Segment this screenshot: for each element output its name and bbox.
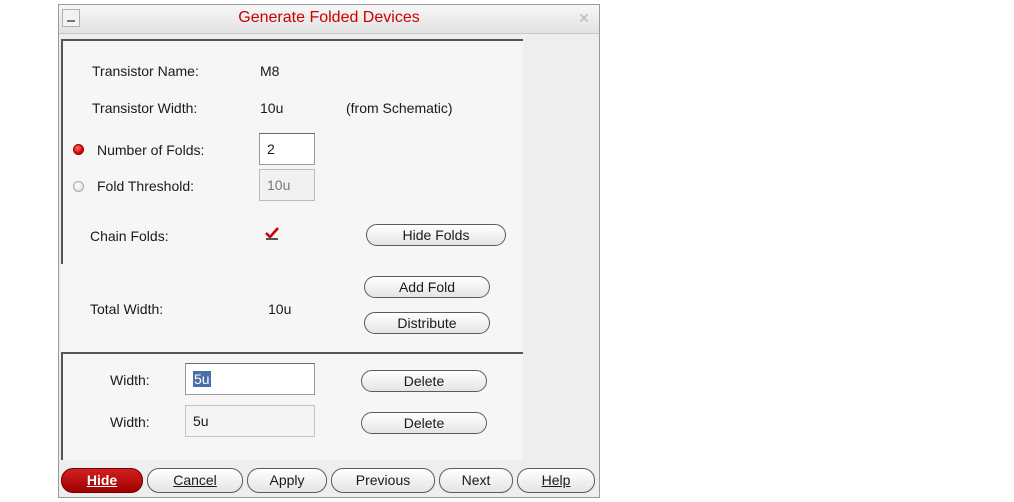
fold-2-width-input[interactable]: 5u	[185, 405, 315, 437]
fold-threshold-input[interactable]: 10u	[259, 169, 315, 201]
window-title: Generate Folded Devices	[238, 9, 420, 26]
total-width-value: 10u	[268, 301, 292, 317]
cancel-button-label: Cancel	[173, 472, 217, 488]
distribute-button[interactable]: Distribute	[364, 312, 490, 334]
checkbox-baseline	[266, 238, 278, 240]
fold-threshold-radio[interactable]	[73, 181, 84, 192]
title-bar[interactable]: Generate Folded Devices ✕	[59, 5, 599, 34]
next-button[interactable]: Next	[439, 468, 513, 493]
chain-folds-checkbox[interactable]	[265, 226, 279, 240]
total-width-panel: Add Fold Total Width: 10u Distribute	[61, 264, 523, 352]
total-width-label: Total Width:	[90, 301, 164, 317]
fold-2-delete-button[interactable]: Delete	[361, 412, 487, 434]
add-fold-button[interactable]: Add Fold	[364, 276, 490, 298]
fold-2-width-label: Width:	[110, 414, 150, 430]
transistor-name-label: Transistor Name:	[92, 63, 199, 79]
fold-list-panel: Width: 5u Delete Width: 5u Delete	[61, 352, 523, 460]
chain-folds-label: Chain Folds:	[90, 228, 169, 244]
transistor-name-value: M8	[260, 63, 280, 79]
fold-1-width-value: 5u	[193, 371, 211, 387]
hide-button[interactable]: Hide	[61, 468, 143, 493]
transistor-width-note: (from Schematic)	[346, 100, 453, 116]
number-of-folds-radio[interactable]	[73, 144, 84, 155]
check-icon	[265, 227, 279, 239]
cancel-button[interactable]: Cancel	[147, 468, 243, 493]
transistor-width-value: 10u	[260, 100, 284, 116]
fold-1-width-label: Width:	[110, 372, 150, 388]
dialog-action-bar: Hide Cancel Apply Previous Next Help	[59, 463, 599, 497]
help-button[interactable]: Help	[517, 468, 595, 493]
fold-1-delete-button[interactable]: Delete	[361, 370, 487, 392]
number-of-folds-label: Number of Folds:	[97, 142, 205, 158]
fold-threshold-label: Fold Threshold:	[97, 178, 195, 194]
apply-button[interactable]: Apply	[247, 468, 327, 493]
help-button-label: Help	[541, 472, 571, 488]
fold-1-width-input[interactable]: 5u	[185, 363, 315, 395]
number-of-folds-input[interactable]: 2	[259, 133, 315, 165]
hide-folds-button[interactable]: Hide Folds	[366, 224, 506, 246]
transistor-settings-panel: Transistor Name: M8 Transistor Width: 10…	[61, 39, 523, 264]
hide-button-label: Hide	[86, 472, 118, 488]
generate-folded-devices-dialog: Generate Folded Devices ✕ Transistor Nam…	[58, 4, 600, 498]
transistor-width-label: Transistor Width:	[92, 100, 198, 116]
close-icon[interactable]: ✕	[575, 9, 593, 27]
previous-button[interactable]: Previous	[331, 468, 435, 493]
